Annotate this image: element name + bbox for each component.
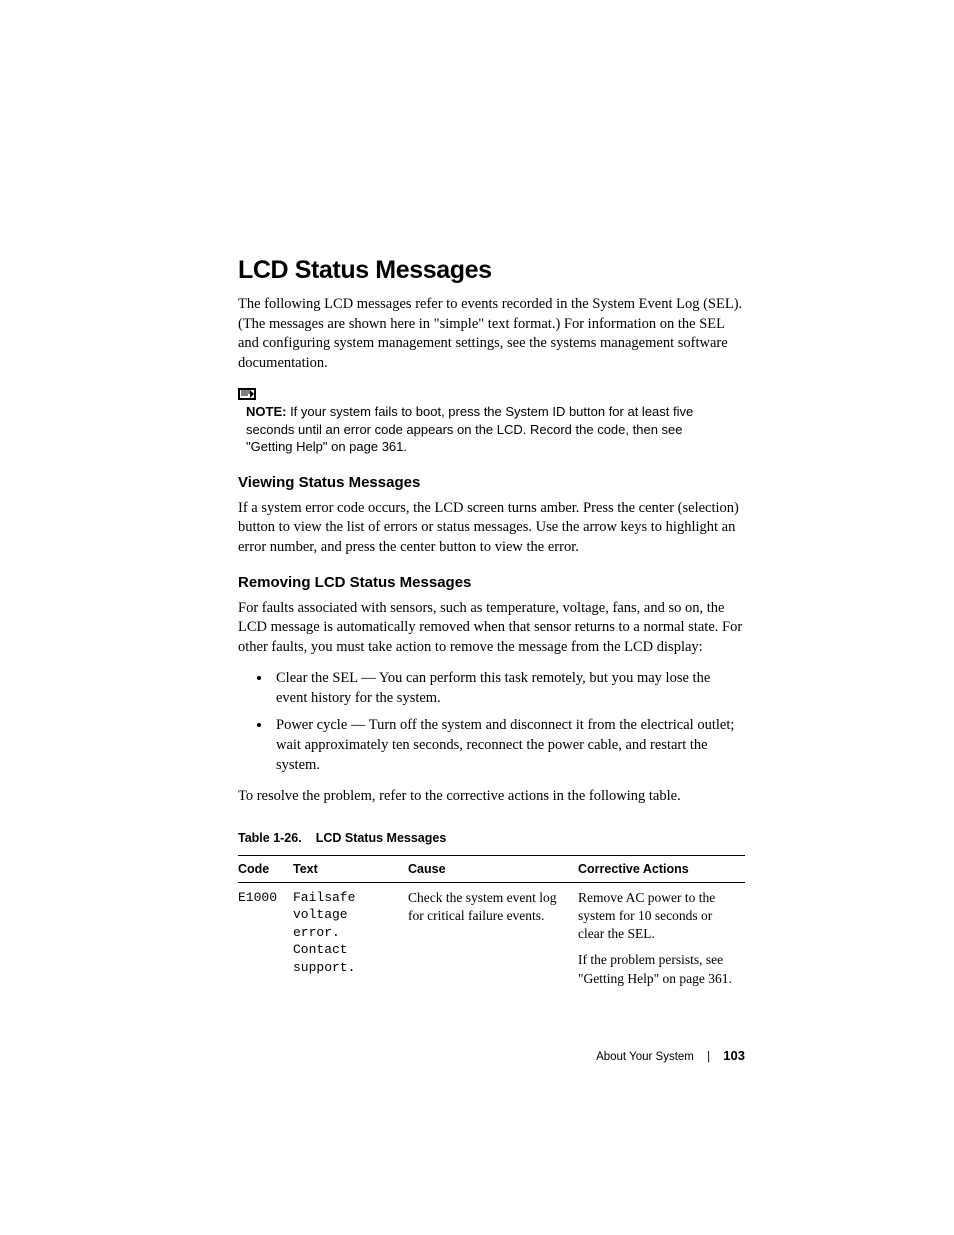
note-icon xyxy=(238,387,256,401)
text-line: voltage xyxy=(293,907,348,922)
lcd-status-table: Code Text Cause Corrective Actions E1000… xyxy=(238,855,745,1002)
th-text: Text xyxy=(293,855,408,882)
list-item: Clear the SEL — You can perform this tas… xyxy=(272,669,745,708)
footer-separator: | xyxy=(707,1051,710,1063)
text-line: support. xyxy=(293,960,355,975)
intro-paragraph: The following LCD messages refer to even… xyxy=(238,295,745,373)
note-label: NOTE: xyxy=(246,404,286,419)
paragraph-viewing: If a system error code occurs, the LCD s… xyxy=(238,499,745,558)
action-paragraph: If the problem persists, see "Getting He… xyxy=(578,951,735,987)
footer-section: About Your System xyxy=(596,1051,694,1063)
table-caption: Table 1-26. LCD Status Messages xyxy=(238,831,745,845)
table-title: LCD Status Messages xyxy=(316,831,447,845)
text-line: Contact xyxy=(293,942,348,957)
subheading-viewing: Viewing Status Messages xyxy=(238,474,745,491)
th-cause: Cause xyxy=(408,855,578,882)
paragraph-removing-intro: For faults associated with sensors, such… xyxy=(238,599,745,658)
th-code: Code xyxy=(238,855,293,882)
footer-page-number: 103 xyxy=(723,1048,745,1063)
table-header-row: Code Text Cause Corrective Actions xyxy=(238,855,745,882)
list-item: Power cycle — Turn off the system and di… xyxy=(272,716,745,775)
paragraph-resolve: To resolve the problem, refer to the cor… xyxy=(238,787,745,807)
cell-text: Failsafe voltage error. Contact support. xyxy=(293,882,408,1002)
bullet-list: Clear the SEL — You can perform this tas… xyxy=(238,669,745,775)
action-paragraph: Remove AC power to the system for 10 sec… xyxy=(578,889,735,944)
note-text: NOTE: If your system fails to boot, pres… xyxy=(246,403,724,456)
table-number: Table 1-26. xyxy=(238,831,302,845)
note-body: If your system fails to boot, press the … xyxy=(246,404,693,454)
page-footer: About Your System | 103 xyxy=(596,1048,745,1063)
cell-actions: Remove AC power to the system for 10 sec… xyxy=(578,882,745,1002)
table-row: E1000 Failsafe voltage error. Contact su… xyxy=(238,882,745,1002)
note-block: NOTE: If your system fails to boot, pres… xyxy=(238,385,745,456)
cell-code: E1000 xyxy=(238,882,293,1002)
th-actions: Corrective Actions xyxy=(578,855,745,882)
subheading-removing: Removing LCD Status Messages xyxy=(238,574,745,591)
page-content: LCD Status Messages The following LCD me… xyxy=(238,256,745,1002)
page-title: LCD Status Messages xyxy=(238,256,745,285)
text-line: Failsafe xyxy=(293,890,355,905)
text-line: error. xyxy=(293,925,340,940)
cell-cause: Check the system event log for critical … xyxy=(408,882,578,1002)
